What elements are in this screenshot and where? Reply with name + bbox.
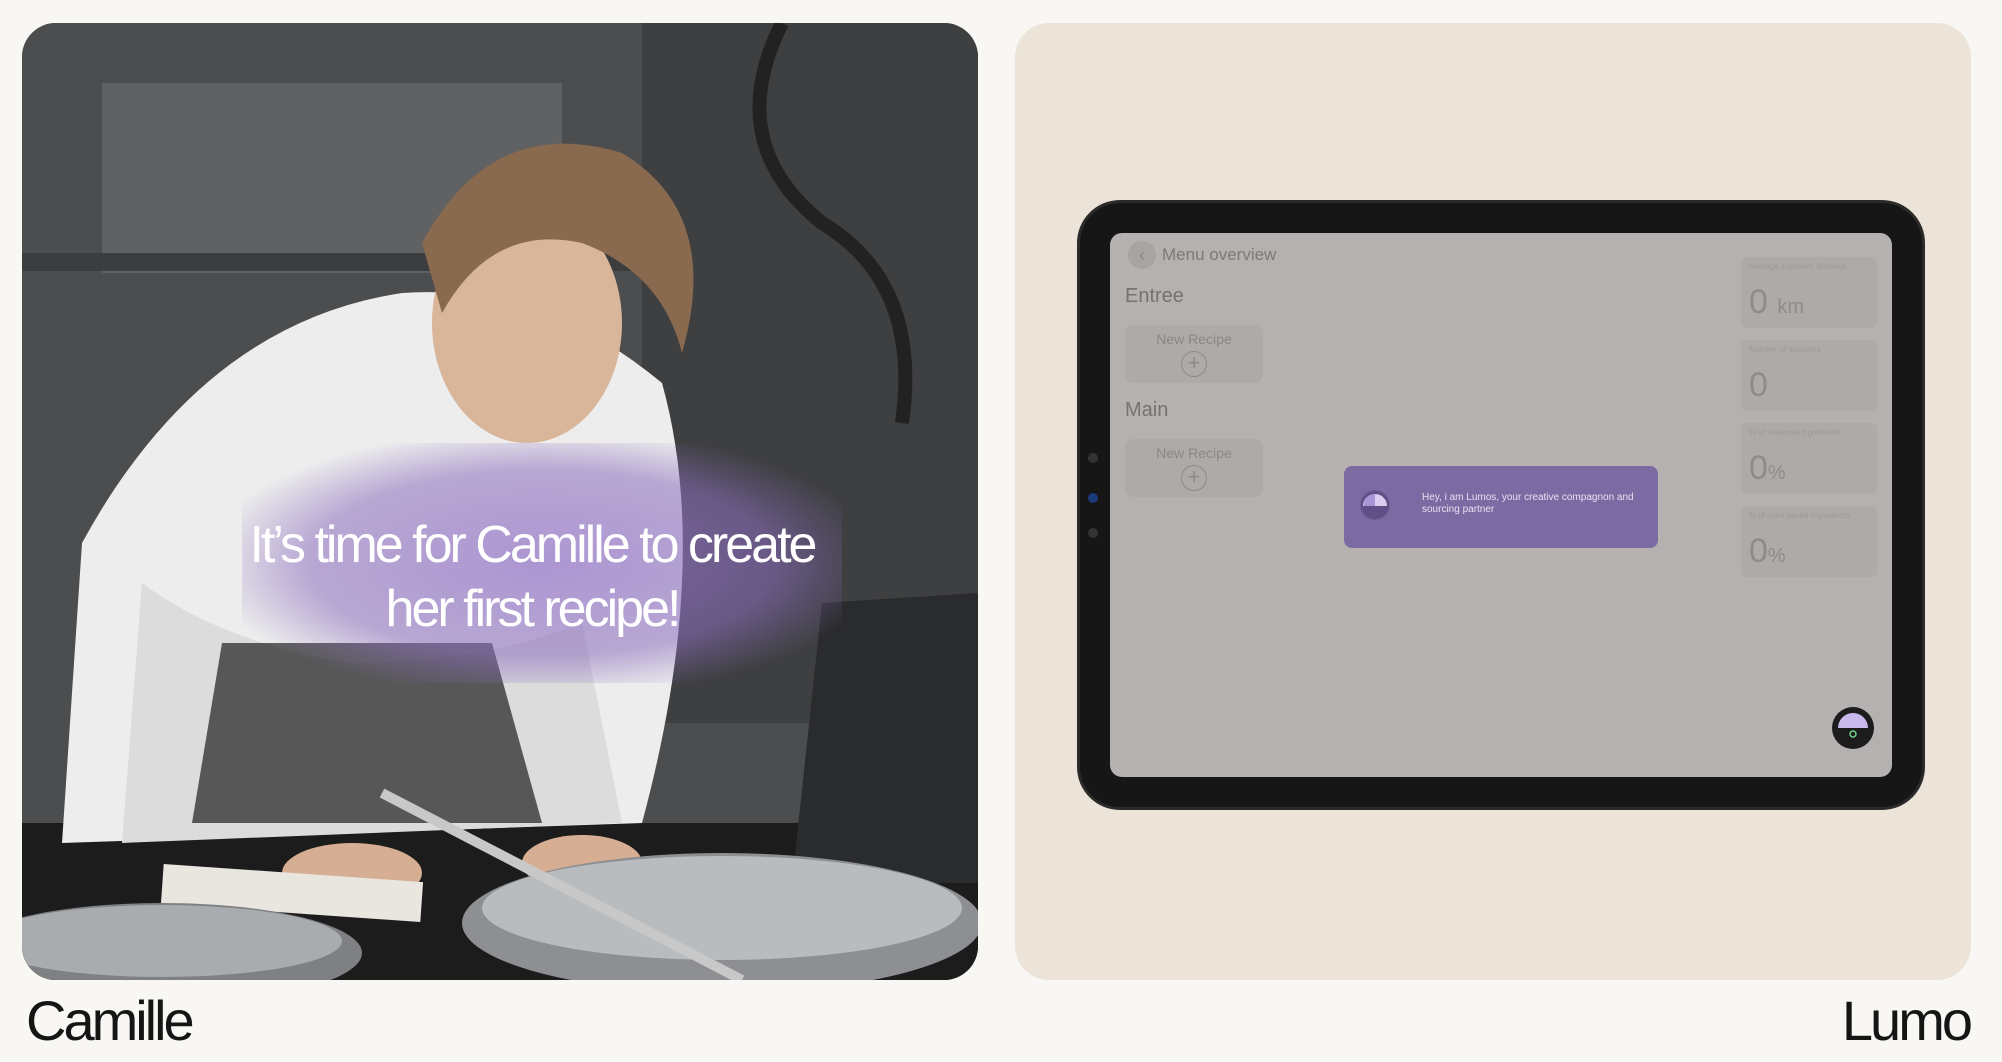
stat-card-distance: Average suppliers' distance 0 km (1741, 257, 1877, 328)
stat-label: % of plant based ingredients (1749, 511, 1850, 520)
tablet-sensor (1088, 453, 1098, 463)
tablet-sensor (1088, 528, 1098, 538)
stat-value: 0 (1749, 366, 1768, 404)
stat-label: Average suppliers' distance (1749, 262, 1847, 271)
stat-label: % of seasonal ingredients (1749, 428, 1841, 437)
stat-card-suppliers: Number of suppliers 0 (1741, 340, 1877, 411)
lumo-assistant-toast[interactable]: Hey, i am Lumos, your creative compagnon… (1344, 466, 1658, 548)
stat-card-plant-based: % of plant based ingredients 0% (1741, 506, 1877, 577)
section-label-main: Main (1125, 399, 1169, 421)
stat-label: Number of suppliers (1749, 345, 1821, 354)
page: It’s time for Camille to create her firs… (0, 0, 2002, 1062)
new-recipe-entree-button[interactable]: New Recipe + (1125, 325, 1263, 383)
lumo-icon (1833, 708, 1873, 748)
lumo-label: Lumo (1841, 989, 1973, 1052)
stat-card-seasonal: % of seasonal ingredients 0% (1741, 423, 1877, 494)
tablet-sensor (1088, 493, 1098, 503)
lumo-ui-card: ‹ Menu overview Entree New Recipe + Main… (1015, 23, 1971, 980)
page-title: Menu overview (1162, 245, 1277, 264)
back-button[interactable]: ‹ (1128, 241, 1156, 269)
plus-icon: + (1181, 465, 1207, 491)
assistant-message: Hey, i am Lumos, your creative compagnon… (1422, 492, 1634, 515)
new-recipe-label: New Recipe (1156, 445, 1232, 461)
new-recipe-main-button[interactable]: New Recipe + (1125, 439, 1263, 497)
lumo-assistant-button[interactable] (1832, 707, 1874, 749)
lumo-avatar-icon (1360, 490, 1390, 520)
tablet-screen: ‹ Menu overview Entree New Recipe + Main… (1110, 233, 1892, 777)
stat-value: 0% (1749, 532, 1786, 570)
stat-value: 0% (1749, 449, 1786, 487)
new-recipe-label: New Recipe (1156, 331, 1232, 347)
camille-label: Camille (26, 989, 195, 1052)
chevron-left-icon: ‹ (1139, 244, 1145, 265)
camille-photo-card: It’s time for Camille to create her firs… (22, 23, 978, 980)
section-label-entree: Entree (1125, 285, 1184, 307)
tablet-device: ‹ Menu overview Entree New Recipe + Main… (1080, 203, 1922, 807)
camille-caption: It’s time for Camille to create her firs… (249, 516, 818, 638)
plus-icon: + (1181, 351, 1207, 377)
stat-value: 0 km (1749, 283, 1805, 321)
